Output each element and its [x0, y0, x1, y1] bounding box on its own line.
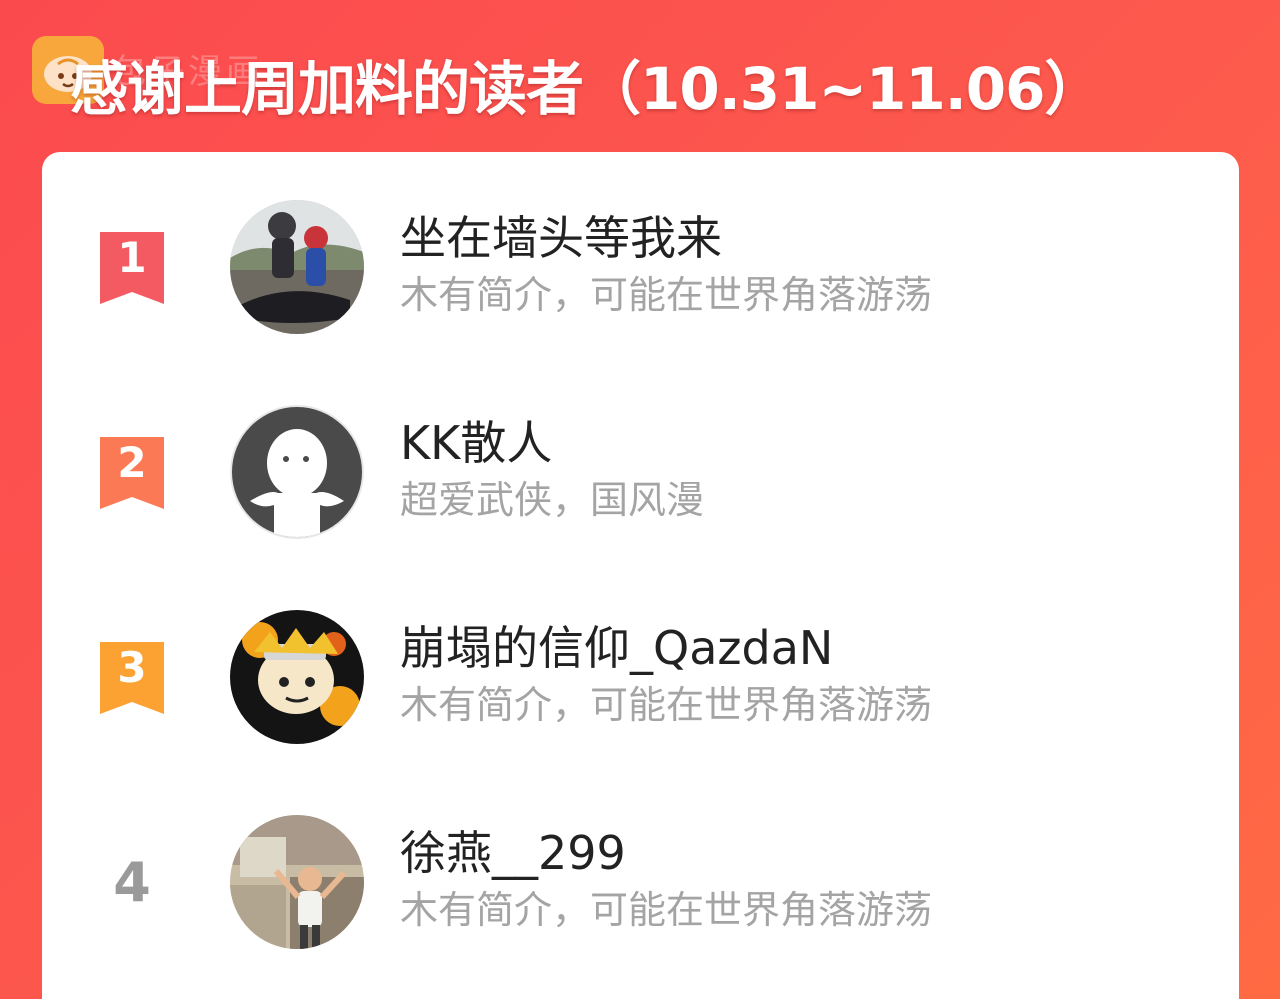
reader-bio: 木有简介，可能在世界角落游荡: [400, 888, 933, 932]
rank-badge-1: 1: [98, 232, 166, 304]
avatar[interactable]: [230, 200, 364, 334]
rank-number: 3: [117, 643, 147, 692]
list-item-reader-1[interactable]: 1 坐在墙头等我来 木有简介，可能在世界角落游荡: [42, 192, 1239, 342]
reader-name[interactable]: 坐在墙头等我来: [400, 202, 722, 268]
reader-bio: 木有简介，可能在世界角落游荡: [400, 683, 933, 727]
list-item-reader-4[interactable]: 4 徐燕__299 木有简介，可能在世界角落游荡: [42, 807, 1239, 957]
page-title: 感谢上周加料的读者（10.31~11.06）: [70, 55, 1103, 123]
list-item-reader-2[interactable]: 2 KK散人 超爱武侠，国风漫: [42, 397, 1239, 547]
reader-bio: 木有简介，可能在世界角落游荡: [400, 273, 933, 317]
rank-number: 4: [113, 851, 151, 914]
rank-badge-2: 2: [98, 437, 166, 509]
reader-name[interactable]: 徐燕__299: [400, 817, 626, 883]
avatar[interactable]: [230, 405, 364, 539]
reader-name[interactable]: KK散人: [400, 407, 552, 473]
rank-number: 1: [117, 233, 147, 282]
avatar[interactable]: [230, 610, 364, 744]
rank-number: 2: [117, 438, 147, 487]
avatar[interactable]: [230, 815, 364, 949]
rank-badge-3: 3: [98, 642, 166, 714]
list-item-reader-3[interactable]: 3 崩塌的信仰_QazdaN 木有简介，可能在世界角落游荡: [42, 602, 1239, 752]
reader-name[interactable]: 崩塌的信仰_QazdaN: [400, 612, 833, 678]
reader-bio: 超爱武侠，国风漫: [400, 478, 705, 522]
reader-list-card: 1 坐在墙头等我来 木有简介，可能在世界角落游荡 2 KK散人 超爱武侠，国风漫…: [42, 152, 1239, 999]
